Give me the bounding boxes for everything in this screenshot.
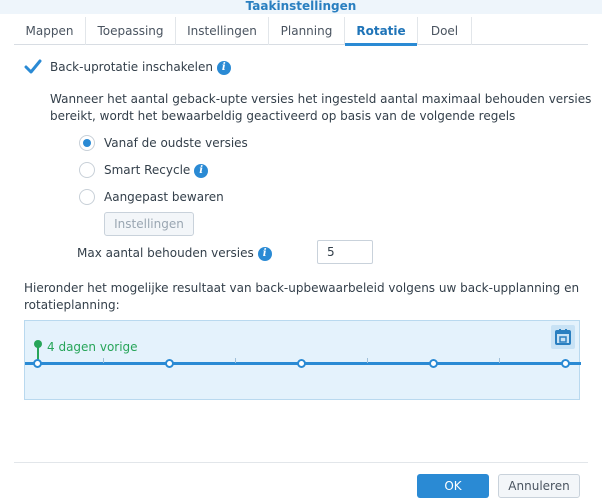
info-icon[interactable]: i — [216, 60, 231, 75]
window-title-bar: Taakinstellingen — [0, 0, 602, 14]
retention-timeline: 4 dagen vorige — [24, 320, 581, 400]
result-description-line2: rotatieplanning: — [24, 298, 120, 312]
smart-recycle-row: Smart Recycle i — [104, 163, 209, 178]
rotation-description-line2: bereikt, wordt het bewaarbeldig geactive… — [50, 109, 516, 123]
timeline-tick — [235, 358, 236, 363]
check-icon — [24, 59, 42, 74]
radio-oldest-versions-label: Vanaf de oudste versies — [104, 136, 248, 150]
info-icon[interactable]: i — [257, 246, 272, 261]
tab-mappen[interactable]: Mappen — [14, 17, 86, 45]
timeline-tick — [499, 358, 500, 363]
max-versions-input[interactable]: 5 — [317, 240, 373, 264]
radio-custom-retention[interactable] — [79, 189, 95, 205]
tab-instellingen[interactable]: Instellingen — [176, 17, 269, 45]
radio-smart-recycle-label: Smart Recycle — [104, 163, 191, 177]
window-title: Taakinstellingen — [245, 0, 357, 13]
max-versions-label: Max aantal behouden versies — [77, 246, 254, 260]
radio-oldest-versions[interactable] — [79, 135, 95, 151]
timeline-tick — [103, 358, 104, 363]
radio-smart-recycle[interactable] — [79, 162, 95, 178]
footer-divider — [14, 462, 588, 463]
timeline-marker-label: 4 dagen vorige — [47, 340, 138, 354]
max-versions-row: Max aantal behouden versies i — [77, 246, 272, 261]
timeline-node — [429, 359, 438, 368]
info-icon[interactable]: i — [194, 163, 209, 178]
timeline-node — [33, 359, 42, 368]
enable-rotation-checkbox[interactable] — [24, 59, 42, 75]
tab-toepassing[interactable]: Toepassing — [86, 17, 176, 45]
enable-rotation-row: Back-uprotatie inschakelen i — [50, 60, 231, 75]
radio-custom-retention-label: Aangepast bewaren — [104, 190, 224, 204]
tab-planning[interactable]: Planning — [269, 17, 345, 45]
result-description-line1: Hieronder het mogelijke resultaat van ba… — [24, 281, 580, 295]
rotation-description-line1: Wanneer het aantal geback-upte versies h… — [50, 92, 592, 106]
timeline-node — [165, 359, 174, 368]
tab-doel[interactable]: Doel — [418, 17, 472, 45]
timeline-node — [297, 359, 306, 368]
tab-rotatie[interactable]: Rotatie — [345, 17, 418, 46]
calendar-button[interactable] — [551, 325, 575, 349]
enable-rotation-label: Back-uprotatie inschakelen — [50, 60, 213, 74]
cancel-button[interactable]: Annuleren — [498, 474, 580, 498]
ok-button[interactable]: OK — [417, 474, 489, 498]
tab-bar: Mappen Toepassing Instellingen Planning … — [14, 17, 588, 46]
timeline-tick — [367, 358, 368, 363]
timeline-marker-dot — [34, 340, 42, 348]
calendar-icon — [555, 329, 571, 345]
settings-button: Instellingen — [104, 212, 194, 236]
timeline-node — [561, 359, 570, 368]
